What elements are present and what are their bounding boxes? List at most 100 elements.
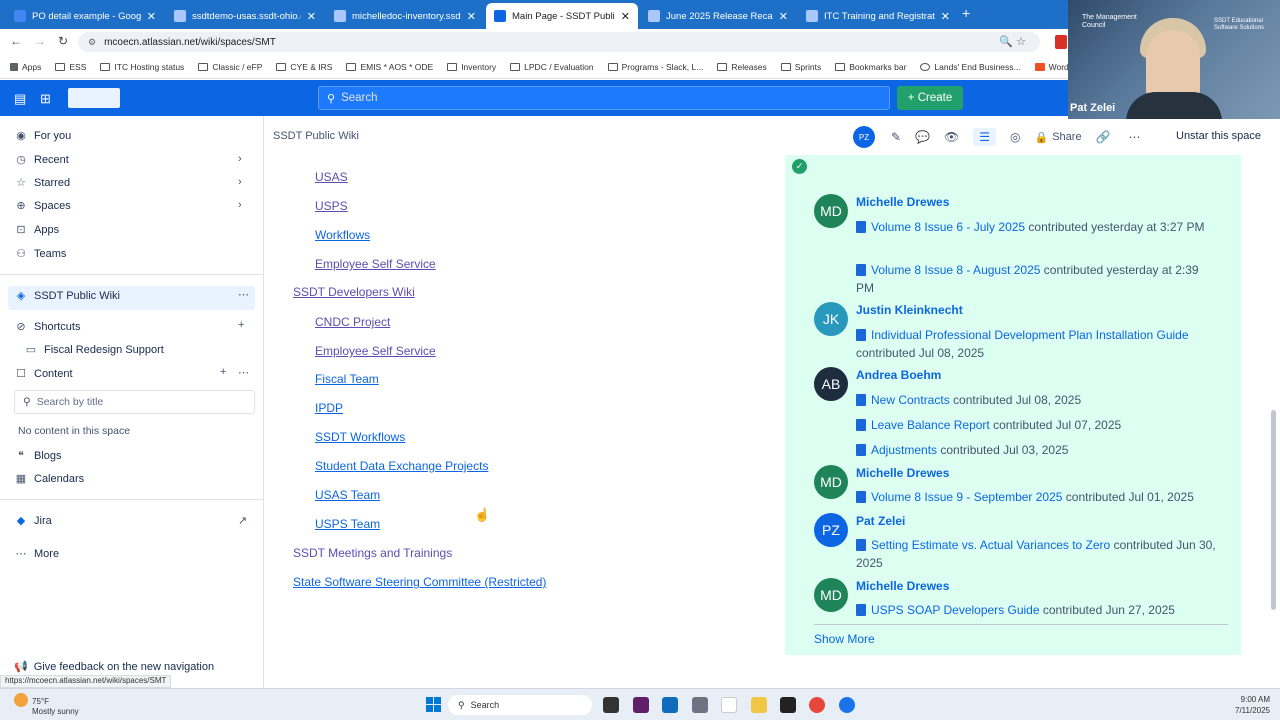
page-tree-link[interactable]: SSDT Developers Wiki — [293, 285, 415, 299]
search-by-title-input[interactable]: ⚲ Search by title — [14, 390, 255, 414]
shortcut-item[interactable]: ▭ Fiscal Redesign Support — [24, 343, 164, 357]
close-icon[interactable]: ✕ — [779, 10, 788, 23]
activity-page-link[interactable]: Adjustments — [871, 443, 937, 457]
site-info-icon[interactable]: ⚙ — [88, 37, 96, 48]
sidebar-item-recent[interactable]: ◷ Recent — [14, 153, 69, 167]
close-icon[interactable]: ✕ — [147, 10, 156, 23]
page-tree-link[interactable]: Fiscal Team — [315, 372, 379, 386]
sidebar-item-content[interactable]: ☐ Content — [14, 367, 72, 381]
page-tree-link[interactable]: CNDC Project — [315, 315, 390, 329]
outlook-icon[interactable] — [662, 697, 678, 713]
breadcrumb[interactable]: SSDT Public Wiki — [273, 130, 359, 142]
forward-icon[interactable]: → — [34, 34, 46, 48]
extension-icon[interactable] — [1055, 35, 1067, 49]
contributor-name[interactable]: Pat Zelei — [856, 514, 905, 528]
automation-icon[interactable]: ◎ — [1010, 130, 1020, 144]
more-actions-icon[interactable]: ⋯ — [1129, 130, 1141, 144]
close-icon[interactable]: ✕ — [621, 10, 630, 23]
page-tree-link[interactable]: Employee Self Service — [315, 257, 436, 271]
bookmark[interactable]: CYE & IRS — [276, 62, 332, 72]
avatar[interactable]: PZ — [853, 126, 875, 148]
bookmark[interactable]: Word | Microsof — [1034, 62, 1068, 72]
star-icon[interactable]: 🔍 ☆ — [999, 35, 1026, 48]
watch-icon[interactable]: 👁 — [944, 130, 959, 144]
activity-page-link[interactable]: Leave Balance Report — [871, 418, 990, 432]
avatar[interactable]: MD — [814, 578, 848, 612]
file-explorer-icon[interactable] — [751, 697, 767, 713]
site-logo[interactable] — [68, 88, 120, 108]
unstar-space-button[interactable]: Unstar this space — [1176, 130, 1261, 142]
sidebar-item-for-you[interactable]: ◉ For you — [14, 129, 71, 143]
browser-tab[interactable]: ITC Training and Registration - ✕ — [798, 3, 958, 29]
activity-page-link[interactable]: New Contracts — [871, 393, 950, 407]
contributor-name[interactable]: Michelle Drewes — [856, 579, 949, 593]
app-switcher-icon[interactable]: ⊞ — [40, 91, 51, 107]
bookmark[interactable]: Lands' End Business... — [920, 62, 1021, 72]
activity-page-link[interactable]: Volume 8 Issue 6 - July 2025 — [871, 220, 1025, 234]
windows-start-icon[interactable] — [426, 697, 442, 713]
bookmark[interactable]: Sprints — [780, 62, 821, 72]
page-tree-link[interactable]: SSDT Meetings and Trainings — [293, 546, 452, 560]
browser-tab-active[interactable]: Main Page - SSDT Public Wiki - ✕ — [486, 3, 638, 29]
taskbar-search[interactable]: ⚲ Search — [448, 695, 592, 715]
chevron-right-icon[interactable]: › — [238, 199, 242, 211]
sidebar-item-more[interactable]: ⋯ More — [14, 547, 60, 561]
page-tree-link[interactable]: USPS Team — [315, 517, 380, 531]
calculator-icon[interactable] — [692, 697, 708, 713]
browser-tab[interactable]: michelledoc-inventory.ssdt-ohi ✕ — [326, 3, 484, 29]
google-icon[interactable] — [721, 697, 737, 713]
avatar[interactable]: MD — [814, 465, 848, 499]
avatar[interactable]: AB — [814, 367, 848, 401]
weather-widget[interactable]: 75°F Mostly sunny — [14, 693, 79, 717]
page-tree-link[interactable]: IPDP — [315, 401, 343, 415]
page-tree-link[interactable]: Workflows — [315, 228, 370, 242]
sidebar-item-apps[interactable]: ⊡ Apps — [14, 223, 59, 237]
sidebar-item-teams[interactable]: ⚇ Teams — [14, 247, 66, 261]
zoom-icon[interactable] — [839, 697, 855, 713]
browser-tab[interactable]: PO detail example - Google Do ✕ — [6, 3, 164, 29]
activity-page-link[interactable]: USPS SOAP Developers Guide — [871, 603, 1040, 617]
sidebar-item-blogs[interactable]: ❝ Blogs — [14, 449, 62, 463]
activity-page-link[interactable]: Setting Estimate vs. Actual Variances to… — [871, 538, 1110, 552]
activity-page-link[interactable]: Volume 8 Issue 8 - August 2025 — [871, 263, 1040, 277]
bookmark[interactable]: Classic / eFP — [198, 62, 262, 72]
slack-icon[interactable] — [633, 697, 649, 713]
chevron-right-icon[interactable]: › — [238, 176, 242, 188]
page-tree-link[interactable]: State Software Steering Committee (Restr… — [293, 575, 546, 589]
space-title[interactable]: ◈ SSDT Public Wiki — [14, 289, 120, 303]
contributor-name[interactable]: Michelle Drewes — [856, 195, 949, 209]
bookmark[interactable]: Programs - Slack, L... — [607, 62, 703, 72]
create-button[interactable]: + Create — [897, 86, 963, 110]
list-icon[interactable]: ☰ — [973, 128, 997, 146]
bookmark[interactable]: Apps — [10, 62, 41, 72]
add-shortcut-icon[interactable]: + — [238, 319, 244, 331]
page-tree-link[interactable]: SSDT Workflows — [315, 430, 405, 444]
sidebar-item-jira[interactable]: ◆ Jira — [14, 514, 52, 528]
url-field[interactable]: ⚙ mcoecn.atlassian.net/wiki/spaces/SMT 🔍… — [78, 32, 1040, 52]
contributor-name[interactable]: Andrea Boehm — [856, 368, 941, 382]
sidebar-item-spaces[interactable]: ⊕ Spaces — [14, 199, 70, 213]
avatar[interactable]: PZ — [814, 513, 848, 547]
edit-icon[interactable]: ✎ — [891, 130, 901, 144]
sidebar-item-shortcuts[interactable]: ⊘ Shortcuts — [14, 320, 80, 334]
avatar[interactable]: MD — [814, 194, 848, 228]
close-icon[interactable]: ✕ — [307, 10, 316, 23]
page-tree-link[interactable]: USAS — [315, 170, 348, 184]
sidebar-item-starred[interactable]: ☆ Starred — [14, 176, 70, 190]
page-tree-link[interactable]: USAS Team — [315, 488, 380, 502]
share-button[interactable]: 🔒 Share — [1035, 131, 1082, 144]
reload-icon[interactable]: ↻ — [58, 34, 68, 48]
task-view-icon[interactable] — [603, 697, 619, 713]
more-actions-icon[interactable]: ⋯ — [238, 288, 249, 301]
bookmark[interactable]: Inventory — [447, 62, 496, 72]
browser-tab[interactable]: June 2025 Release Recap - SSD ✕ — [640, 3, 796, 29]
show-more-link[interactable]: Show More — [814, 632, 875, 646]
bookmark[interactable]: ITC Hosting status — [100, 62, 184, 72]
bookmark[interactable]: Releases — [717, 62, 767, 72]
avatar[interactable]: JK — [814, 302, 848, 336]
scrollbar[interactable] — [1271, 410, 1276, 610]
contributor-name[interactable]: Justin Kleinknecht — [856, 303, 963, 317]
comment-icon[interactable]: 💬 — [915, 130, 930, 144]
chevron-right-icon[interactable]: › — [238, 153, 242, 165]
copy-link-icon[interactable]: 🔗 — [1096, 130, 1111, 144]
